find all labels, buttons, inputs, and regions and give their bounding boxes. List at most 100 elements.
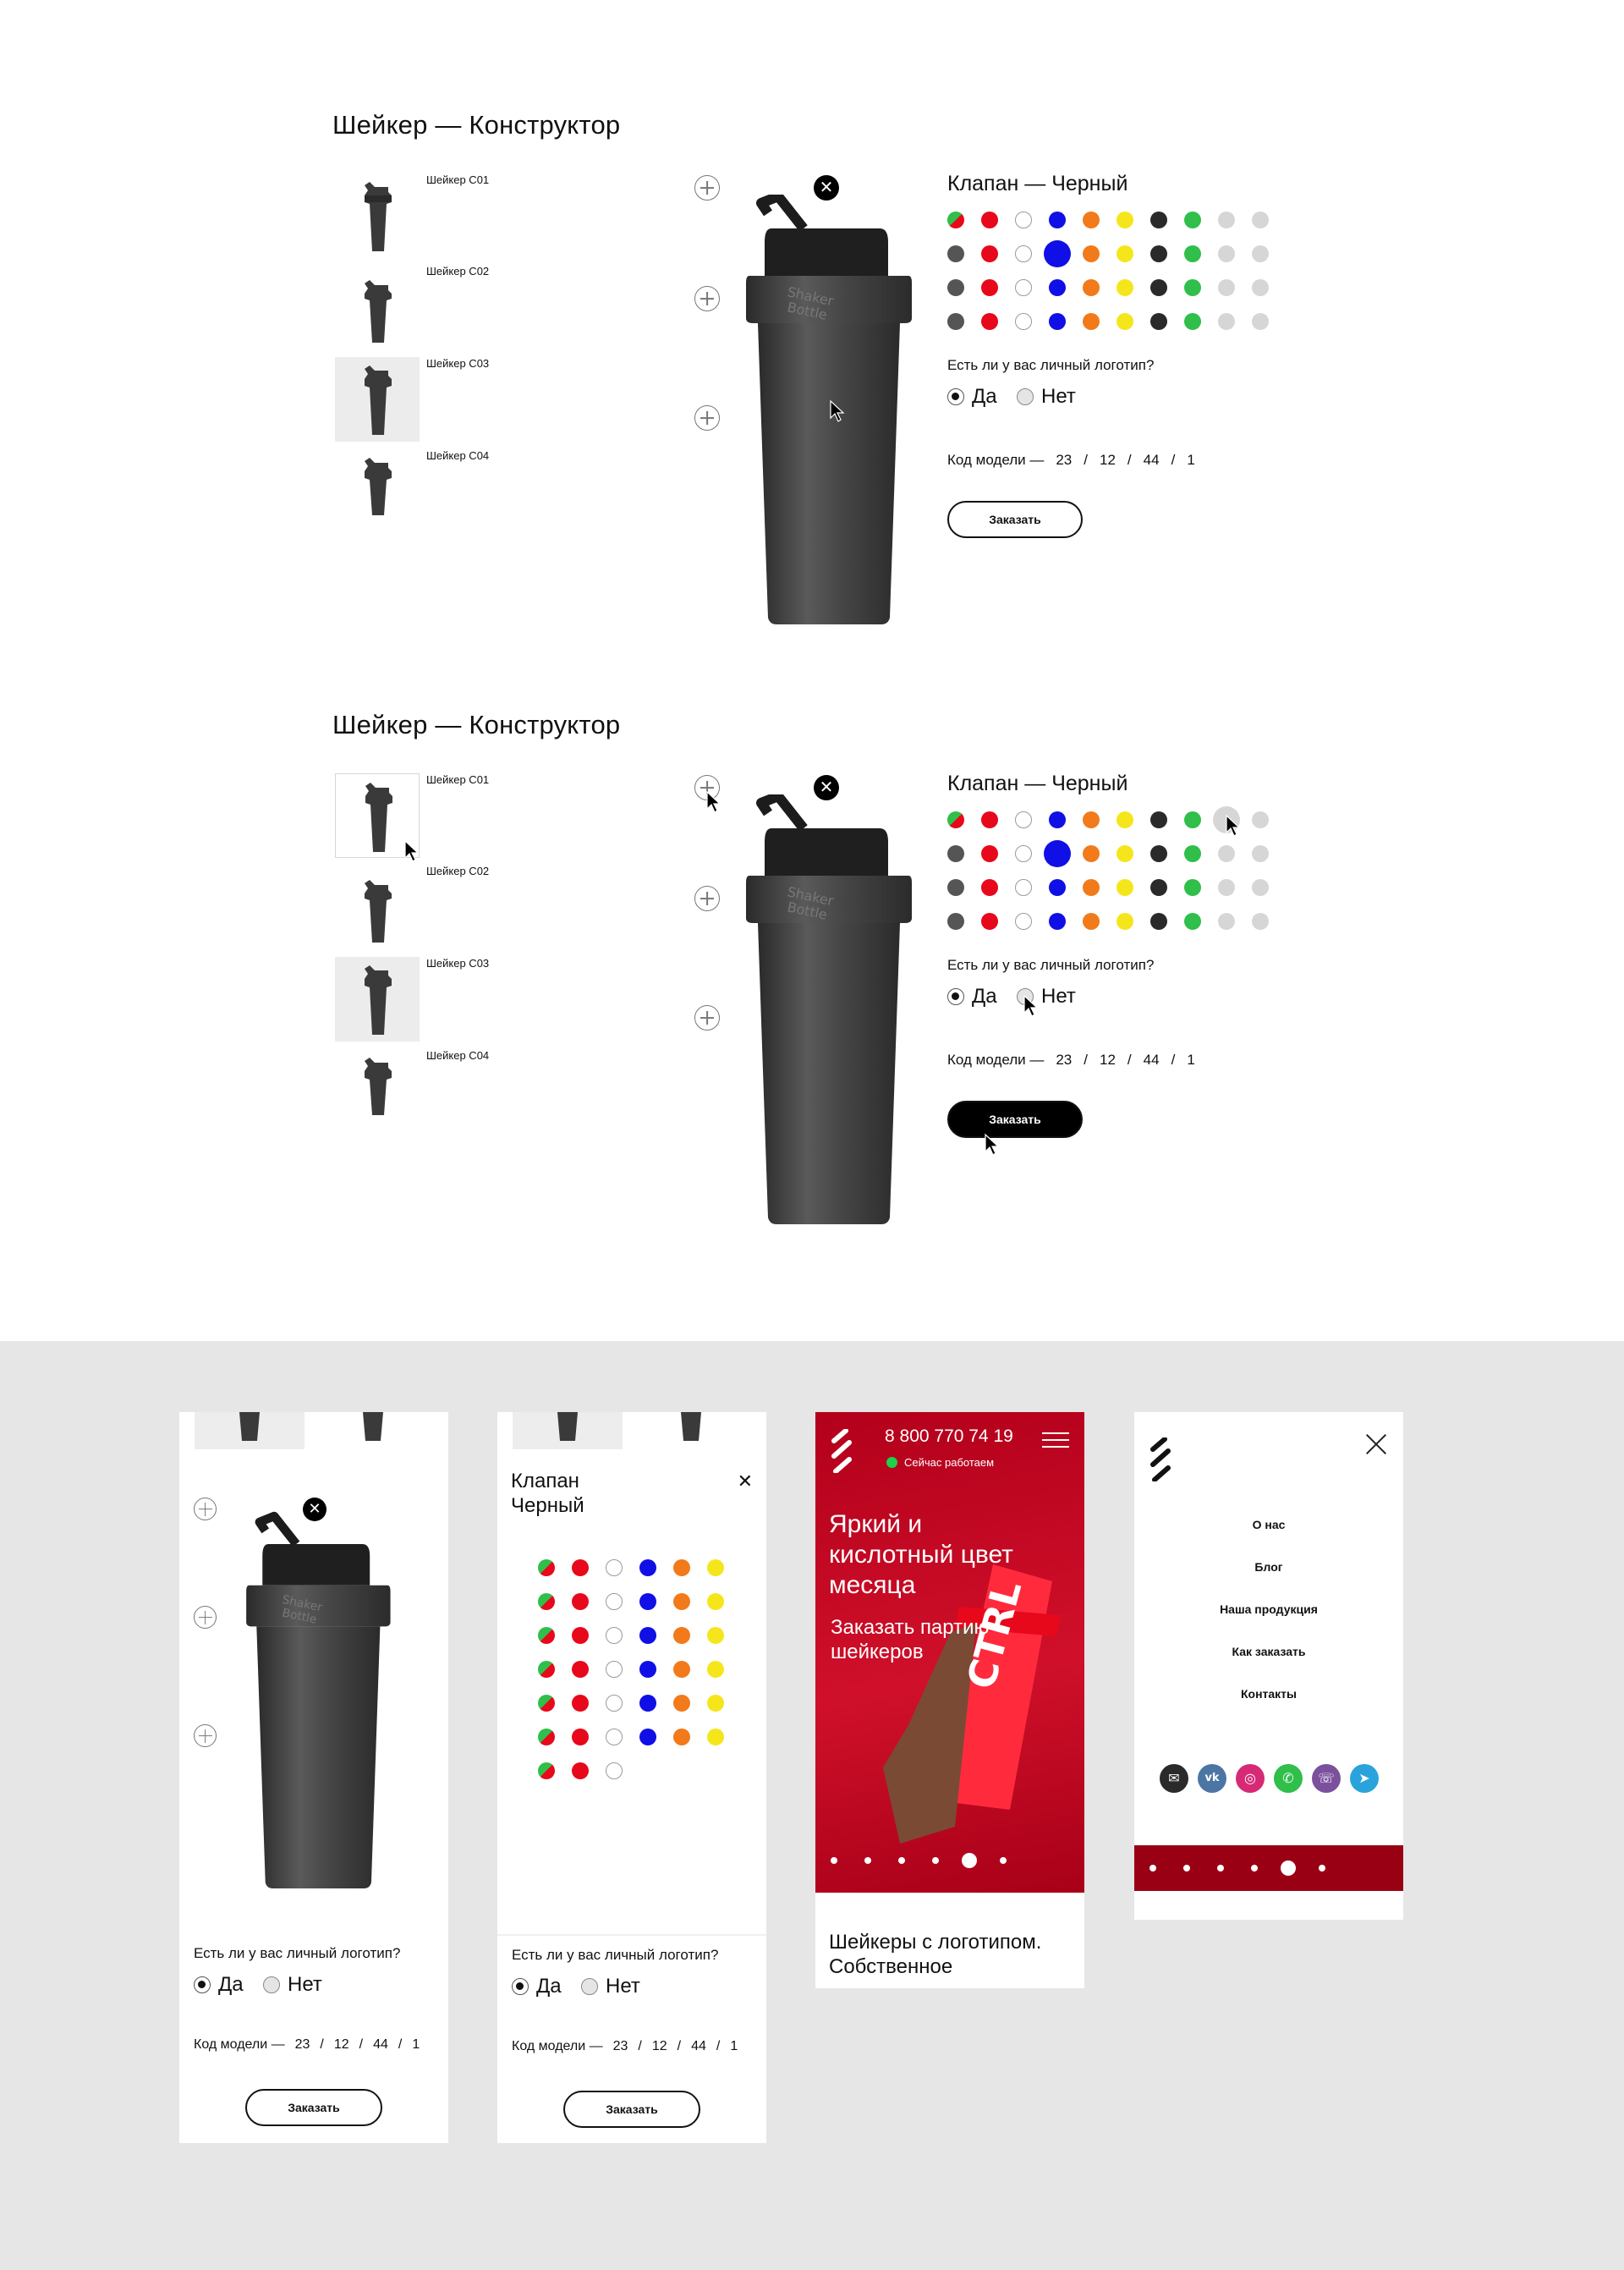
color-swatch[interactable] [1015, 245, 1032, 262]
color-swatch[interactable] [1116, 212, 1133, 228]
model-thumb-c03[interactable]: Шейкер C03 [335, 357, 521, 442]
radio-no[interactable]: Нет [581, 1974, 640, 1999]
color-swatch[interactable] [572, 1729, 589, 1745]
color-swatch[interactable] [639, 1593, 656, 1610]
slider-dot-active[interactable] [962, 1853, 977, 1868]
color-swatch[interactable] [673, 1695, 690, 1712]
color-swatch[interactable] [1218, 913, 1235, 930]
color-swatch[interactable] [572, 1661, 589, 1678]
color-swatch[interactable] [947, 845, 964, 862]
radio-no[interactable]: Нет [263, 1972, 322, 1998]
hamburger-menu-icon[interactable] [1042, 1431, 1069, 1449]
color-swatch[interactable] [538, 1695, 555, 1712]
color-swatch[interactable] [1150, 279, 1167, 296]
menu-item-how-to-order[interactable]: Как заказать [1134, 1645, 1403, 1658]
slider-dot[interactable] [1217, 1865, 1224, 1872]
color-swatch[interactable] [707, 1593, 724, 1610]
color-swatch[interactable] [572, 1559, 589, 1576]
color-swatch[interactable] [606, 1627, 623, 1644]
color-swatch[interactable] [947, 212, 964, 228]
color-swatch[interactable] [1184, 245, 1201, 262]
color-swatch[interactable] [1116, 913, 1133, 930]
color-swatch[interactable] [1116, 811, 1133, 828]
order-button[interactable]: Заказать [947, 501, 1083, 538]
color-swatch[interactable] [947, 245, 964, 262]
model-thumb-c02[interactable]: Шейкер C02 [335, 865, 521, 949]
color-swatch[interactable] [1252, 845, 1269, 862]
color-swatch[interactable] [538, 1593, 555, 1610]
add-part-button-middle[interactable] [694, 286, 720, 311]
color-swatch[interactable] [1015, 313, 1032, 330]
color-swatch[interactable] [1252, 313, 1269, 330]
color-swatch[interactable] [707, 1627, 724, 1644]
color-swatch[interactable] [673, 1729, 690, 1745]
color-swatch[interactable] [947, 313, 964, 330]
vk-icon[interactable]: vk [1198, 1764, 1226, 1793]
color-swatch[interactable] [1116, 245, 1133, 262]
brand-logo-icon[interactable] [831, 1429, 853, 1473]
color-swatch[interactable] [1150, 212, 1167, 228]
color-swatch[interactable] [538, 1559, 555, 1576]
color-swatch[interactable] [606, 1695, 623, 1712]
phone-icon[interactable]: ✆ [1274, 1764, 1303, 1793]
model-thumb-c02[interactable]: Шейкер C02 [335, 265, 521, 349]
color-swatch[interactable] [1150, 913, 1167, 930]
color-swatch[interactable] [1015, 279, 1032, 296]
model-thumb-c03[interactable]: Шейкер C03 [335, 957, 521, 1042]
color-swatch[interactable] [1015, 845, 1032, 862]
color-swatch[interactable] [673, 1593, 690, 1610]
color-swatch[interactable] [572, 1695, 589, 1712]
color-swatch[interactable] [947, 879, 964, 896]
color-swatch[interactable] [639, 1729, 656, 1745]
phone-number[interactable]: 8 800 770 74 19 [885, 1426, 1013, 1447]
menu-item-products[interactable]: Наша продукция [1134, 1602, 1403, 1616]
color-swatch[interactable] [1083, 811, 1100, 828]
color-swatch[interactable] [606, 1661, 623, 1678]
slider-dot[interactable] [1251, 1865, 1258, 1872]
color-swatch[interactable] [1184, 279, 1201, 296]
color-swatch[interactable] [1083, 313, 1100, 330]
color-swatch[interactable] [1083, 913, 1100, 930]
color-swatch[interactable] [981, 811, 998, 828]
color-swatch[interactable] [606, 1559, 623, 1576]
color-swatch[interactable] [1150, 811, 1167, 828]
slider-dot[interactable] [1183, 1865, 1190, 1872]
color-swatch[interactable] [1252, 212, 1269, 228]
color-swatch[interactable] [639, 1559, 656, 1576]
order-button[interactable]: Заказать [947, 1101, 1083, 1138]
color-swatch[interactable] [572, 1627, 589, 1644]
color-swatch[interactable] [707, 1729, 724, 1745]
color-swatch[interactable] [673, 1661, 690, 1678]
slider-dot[interactable] [864, 1857, 871, 1864]
radio-yes[interactable]: Да [512, 1974, 562, 1999]
color-swatch[interactable] [947, 913, 964, 930]
model-thumb-c01[interactable]: Шейкер C01 [335, 773, 521, 858]
color-swatch[interactable] [1150, 845, 1167, 862]
close-icon[interactable]: ✕ [738, 1471, 753, 1492]
color-swatch[interactable] [1252, 245, 1269, 262]
color-swatch[interactable] [606, 1729, 623, 1745]
color-swatch[interactable] [1044, 840, 1071, 867]
color-swatch[interactable] [1015, 811, 1032, 828]
add-part-button-bottom[interactable] [694, 405, 720, 431]
color-swatch[interactable] [538, 1661, 555, 1678]
hero-cta-link[interactable]: Заказать партию шейкеров [831, 1615, 1034, 1664]
model-thumb-c04[interactable]: Шейкер C04 [335, 449, 521, 534]
color-swatch[interactable] [1049, 811, 1066, 828]
slider-dot[interactable] [831, 1857, 837, 1864]
color-swatch[interactable] [1252, 811, 1269, 828]
color-swatch[interactable] [1184, 212, 1201, 228]
color-swatch[interactable] [1049, 879, 1066, 896]
color-swatch[interactable] [1218, 313, 1235, 330]
add-part-button-bottom[interactable] [194, 1724, 217, 1747]
color-swatch[interactable] [1184, 845, 1201, 862]
color-swatch[interactable] [639, 1627, 656, 1644]
color-swatch[interactable] [1083, 212, 1100, 228]
color-swatch[interactable] [1252, 279, 1269, 296]
slider-dot[interactable] [1000, 1857, 1007, 1864]
color-swatch[interactable] [707, 1559, 724, 1576]
add-part-button-middle[interactable] [694, 886, 720, 911]
order-button[interactable]: Заказать [245, 2089, 382, 2126]
add-part-button-bottom[interactable] [694, 1005, 720, 1031]
color-swatch[interactable] [1049, 279, 1066, 296]
